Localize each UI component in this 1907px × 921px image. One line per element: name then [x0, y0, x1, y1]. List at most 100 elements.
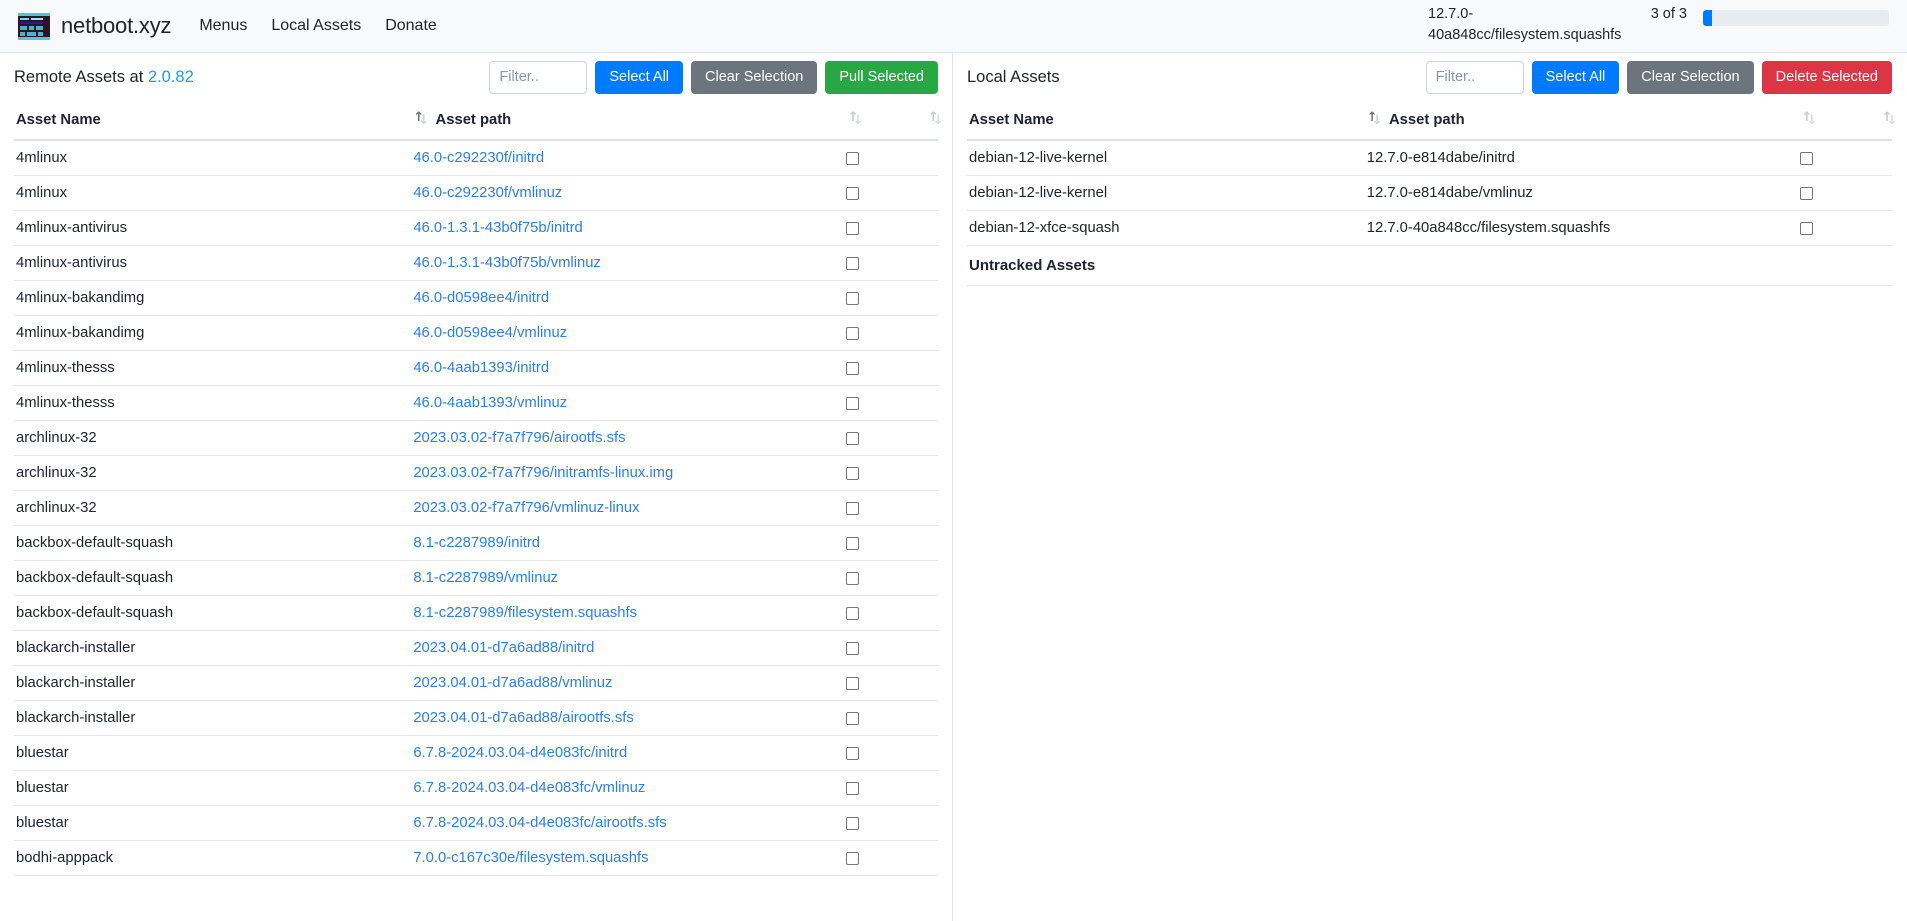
row-select-checkbox[interactable] — [845, 851, 859, 865]
row-select-checkbox[interactable] — [845, 606, 859, 620]
cell-asset-path[interactable]: 6.7.8-2024.03.04-d4e083fc/airootfs.sfs — [411, 805, 846, 841]
cell-asset-path[interactable]: 46.0-c292230f/initrd — [411, 140, 846, 176]
cell-asset-path[interactable]: 8.1-c2287989/vmlinuz — [411, 560, 846, 596]
cell-asset-path[interactable]: 2023.03.02-f7a7f796/vmlinuz-linux — [411, 490, 846, 526]
cell-asset-path[interactable]: 46.0-d0598ee4/vmlinuz — [411, 315, 846, 351]
remote-assets-version-link[interactable]: 2.0.82 — [148, 68, 194, 86]
sort-asset-name-icon[interactable]: ↑ ↓ — [413, 111, 429, 127]
cell-asset-path[interactable]: 2023.04.01-d7a6ad88/airootfs.sfs — [411, 700, 846, 736]
asset-path-link[interactable]: 2023.04.01-d7a6ad88/airootfs.sfs — [413, 710, 633, 726]
row-select-checkbox[interactable] — [845, 361, 859, 375]
local-sort-selection-icon[interactable]: ↑ ↓ — [1882, 111, 1898, 127]
remote-table-head: Asset Name ↑ ↓ Asset path ↑ ↓ ↑ ↓ — [14, 101, 944, 141]
cell-asset-path[interactable]: 46.0-d0598ee4/initrd — [411, 280, 846, 316]
asset-path-link[interactable]: 6.7.8-2024.03.04-d4e083fc/initrd — [413, 745, 627, 761]
sort-selection-icon[interactable]: ↑ ↓ — [928, 111, 944, 127]
local-clear-selection-button[interactable]: Clear Selection — [1627, 60, 1754, 94]
asset-path-link[interactable]: 8.1-c2287989/initrd — [413, 535, 540, 551]
row-select-checkbox[interactable] — [845, 816, 859, 830]
local-select-all-button[interactable]: Select All — [1531, 60, 1620, 94]
row-select-checkbox[interactable] — [845, 641, 859, 655]
table-row: archlinux-32 2023.03.02-f7a7f796/vmlinuz-… — [14, 490, 938, 526]
download-progress-bar[interactable] — [1703, 10, 1889, 26]
cell-asset-path[interactable]: 46.0-c292230f/vmlinuz — [411, 175, 846, 211]
local-assets-table-area: Asset Name ↑ ↓ Asset path ↑ ↓ ↑ ↓ debian… — [953, 101, 1906, 921]
row-select-checkbox[interactable] — [845, 326, 859, 340]
local-sort-asset-path-icon[interactable]: ↑ ↓ — [1802, 111, 1818, 127]
row-select-checkbox[interactable] — [845, 431, 859, 445]
row-select-checkbox[interactable] — [845, 151, 859, 165]
cell-select — [1799, 140, 1892, 176]
top-navbar: netboot.xyz Menus Local Assets Donate 12… — [0, 0, 1907, 52]
row-select-checkbox[interactable] — [845, 536, 859, 550]
asset-path-link[interactable]: 46.0-1.3.1-43b0f75b/vmlinuz — [413, 255, 601, 271]
local-delete-selected-button[interactable]: Delete Selected — [1761, 60, 1892, 94]
asset-path-link[interactable]: 7.0.0-c167c30e/filesystem.squashfs — [413, 850, 648, 866]
asset-path-link[interactable]: 6.7.8-2024.03.04-d4e083fc/airootfs.sfs — [413, 815, 666, 831]
cell-asset-path[interactable]: 2023.04.01-d7a6ad88/vmlinuz — [411, 665, 846, 701]
asset-path-link[interactable]: 46.0-c292230f/initrd — [413, 150, 544, 166]
asset-path-link[interactable]: 46.0-d0598ee4/initrd — [413, 290, 549, 306]
asset-path-link[interactable]: 2023.03.02-f7a7f796/airootfs.sfs — [413, 430, 625, 446]
local-assets-controls: Select All Clear Selection Delete Select… — [1425, 60, 1892, 94]
row-select-checkbox[interactable] — [845, 466, 859, 480]
row-select-checkbox[interactable] — [845, 256, 859, 270]
row-select-checkbox[interactable] — [845, 501, 859, 515]
cell-asset-path[interactable]: 8.1-c2287989/filesystem.squashfs — [411, 595, 846, 631]
remote-clear-selection-button[interactable]: Clear Selection — [691, 60, 818, 94]
cell-asset-path[interactable]: 2023.03.02-f7a7f796/airootfs.sfs — [411, 420, 846, 456]
asset-path-link[interactable]: 6.7.8-2024.03.04-d4e083fc/vmlinuz — [413, 780, 645, 796]
cell-asset-path[interactable]: 2023.04.01-d7a6ad88/initrd — [411, 630, 846, 666]
sort-asset-path-icon[interactable]: ↑ ↓ — [848, 111, 864, 127]
cell-select — [845, 315, 938, 351]
cell-asset-path[interactable]: 46.0-1.3.1-43b0f75b/vmlinuz — [411, 245, 846, 281]
cell-asset-path[interactable]: 2023.03.02-f7a7f796/initramfs-linux.img — [411, 455, 846, 491]
local-filter-input[interactable] — [1425, 60, 1524, 94]
cell-select — [845, 280, 938, 316]
table-row: 4mlinux-antivirus 46.0-1.3.1-43b0f75b/vml… — [14, 245, 938, 281]
nav-link-donate[interactable]: Donate — [385, 17, 437, 35]
asset-path-link[interactable]: 2023.03.02-f7a7f796/initramfs-linux.img — [413, 465, 673, 481]
row-select-checkbox[interactable] — [845, 676, 859, 690]
nav-link-local-assets[interactable]: Local Assets — [271, 17, 361, 35]
asset-path-link[interactable]: 2023.03.02-f7a7f796/vmlinuz-linux — [413, 500, 639, 516]
local-assets-table: Asset Name ↑ ↓ Asset path ↑ ↓ ↑ ↓ debian… — [967, 101, 1898, 286]
remote-select-all-button[interactable]: Select All — [595, 60, 684, 94]
asset-path-link[interactable]: 8.1-c2287989/vmlinuz — [413, 570, 558, 586]
table-row: debian-12-live-kernel 12.7.0-e814dabe/vml… — [967, 175, 1892, 211]
local-sort-asset-name-icon[interactable]: ↑ ↓ — [1367, 111, 1383, 127]
asset-path-link[interactable]: 46.0-4aab1393/vmlinuz — [413, 395, 567, 411]
brand[interactable]: netboot.xyz — [18, 12, 172, 40]
cell-asset-path[interactable]: 6.7.8-2024.03.04-d4e083fc/initrd — [411, 735, 846, 771]
row-select-checkbox[interactable] — [1799, 151, 1813, 165]
cell-asset-path[interactable]: 8.1-c2287989/initrd — [411, 525, 846, 561]
row-select-checkbox[interactable] — [845, 711, 859, 725]
row-select-checkbox[interactable] — [845, 746, 859, 760]
row-select-checkbox[interactable] — [845, 396, 859, 410]
cell-asset-path[interactable]: 6.7.8-2024.03.04-d4e083fc/vmlinuz — [411, 770, 846, 806]
remote-filter-input[interactable] — [489, 60, 588, 94]
table-row: 4mlinux-thesss 46.0-4aab1393/initrd — [14, 350, 938, 386]
cell-asset-path[interactable]: 46.0-4aab1393/initrd — [411, 350, 846, 386]
asset-path-link[interactable]: 46.0-c292230f/vmlinuz — [413, 185, 562, 201]
row-select-checkbox[interactable] — [845, 291, 859, 305]
cell-asset-path[interactable]: 46.0-1.3.1-43b0f75b/initrd — [411, 210, 846, 246]
row-select-checkbox[interactable] — [845, 571, 859, 585]
cell-asset-path[interactable]: 46.0-4aab1393/vmlinuz — [411, 385, 846, 421]
table-row: debian-12-live-kernel 12.7.0-e814dabe/ini… — [967, 140, 1892, 176]
remote-pull-selected-button[interactable]: Pull Selected — [825, 60, 938, 94]
asset-path-link[interactable]: 8.1-c2287989/filesystem.squashfs — [413, 605, 637, 621]
asset-path-link[interactable]: 2023.04.01-d7a6ad88/initrd — [413, 640, 594, 656]
cell-asset-name: bluestar — [14, 805, 412, 841]
row-select-checkbox[interactable] — [1799, 186, 1813, 200]
row-select-checkbox[interactable] — [845, 221, 859, 235]
row-select-checkbox[interactable] — [1799, 221, 1813, 235]
nav-link-menus[interactable]: Menus — [199, 17, 247, 35]
asset-path-link[interactable]: 46.0-1.3.1-43b0f75b/initrd — [413, 220, 582, 236]
cell-asset-path[interactable]: 7.0.0-c167c30e/filesystem.squashfs — [411, 840, 846, 876]
asset-path-link[interactable]: 46.0-4aab1393/initrd — [413, 360, 549, 376]
row-select-checkbox[interactable] — [845, 186, 859, 200]
asset-path-link[interactable]: 46.0-d0598ee4/vmlinuz — [413, 325, 567, 341]
asset-path-link[interactable]: 2023.04.01-d7a6ad88/vmlinuz — [413, 675, 612, 691]
row-select-checkbox[interactable] — [845, 781, 859, 795]
